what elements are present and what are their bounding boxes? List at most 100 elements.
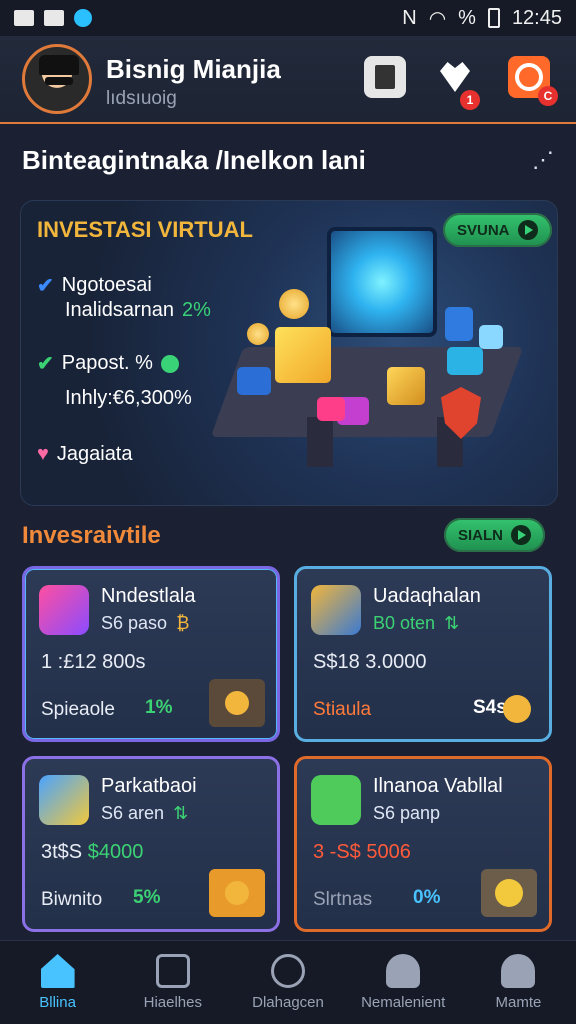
- coin-icon: [160, 354, 179, 373]
- feature-detail-pct: 2%: [181, 299, 211, 321]
- subsection-action-label: SIALN: [458, 526, 503, 544]
- feature-label: Papost. %: [61, 352, 153, 374]
- nav-item-community[interactable]: Nemalenient: [346, 941, 461, 1024]
- desk-leg: [307, 417, 333, 467]
- coin-icon: [279, 289, 309, 319]
- card-value: 3t$S $4000: [41, 841, 143, 864]
- investment-card[interactable]: Nndestlala S6 paso ₿ 1 :£12 800s Spieaol…: [22, 566, 280, 742]
- investment-illustration: [210, 227, 537, 491]
- card-tag-accent: ⇅: [444, 613, 460, 633]
- card-percent: 5%: [133, 887, 161, 908]
- bolt-icon: [155, 954, 190, 988]
- feature-label: Ngotoesai: [61, 274, 152, 296]
- person-icon: [501, 954, 536, 988]
- app-notification-icon: [74, 9, 92, 27]
- feature-detail-text: Inalidsarnan: [65, 299, 174, 321]
- card-label: Spieaole: [41, 699, 115, 720]
- card-value-prefix: 3t$S: [41, 841, 83, 863]
- check-icon: ✔: [37, 275, 54, 297]
- check-icon: ✔: [37, 353, 54, 375]
- card-value: S$18 3.0000: [313, 651, 427, 673]
- music-icon: [39, 585, 89, 635]
- card-tag: S6 paso ₿: [101, 613, 189, 634]
- card-value: 1 :£12 800s: [41, 651, 146, 673]
- nav-item-activity[interactable]: Hiaelhes: [115, 941, 230, 1024]
- section-title: Binteagintnaka /Inelkon lani: [22, 144, 366, 175]
- card-percent: S4s: [473, 697, 507, 718]
- hero-card[interactable]: INVESTASI VIRTUAL SVUNA ✔ Ngotoesai Inal…: [20, 200, 558, 506]
- card-label: Biwnito: [41, 889, 103, 910]
- home-icon: [40, 954, 75, 988]
- nav-label: Mamte: [495, 994, 542, 1011]
- card-name: Ilnanoa Vabllal: [373, 775, 503, 797]
- feature-label: Jagaiata: [56, 443, 133, 465]
- status-time: 12:45: [511, 6, 562, 29]
- app-tile: [317, 397, 345, 421]
- wifi-icon: ◠: [428, 7, 447, 30]
- status-bar: N ◠ % 12:45: [0, 0, 576, 36]
- subsection-header: Invesraivtile SIALN: [22, 516, 554, 556]
- people-icon: [386, 954, 421, 988]
- section-header: Binteagintnaka /Inelkon lani ⋰: [22, 140, 554, 180]
- monitor-icon: [327, 227, 437, 337]
- shield-icon[interactable]: [481, 869, 537, 917]
- battery-icon: [487, 8, 500, 28]
- card-value: 3 -S$ 5006: [313, 841, 411, 863]
- bottom-navigation: Bllina Hiaelhes Dlahagcen Nemalenient Ma…: [0, 940, 576, 1024]
- signal-percent: %: [458, 6, 476, 29]
- feature-item: ✔ Ngotoesai: [37, 273, 152, 298]
- nav-item-home[interactable]: Bllina: [0, 941, 115, 1024]
- investment-card[interactable]: Uadaqhalan B0 oten ⇅ S$18 3.0000 Stiaula…: [294, 566, 552, 742]
- status-right: N ◠ % 12:45: [402, 6, 562, 31]
- card-tag: B0 oten ⇅: [373, 613, 459, 634]
- heart-icon: ♥: [37, 443, 49, 465]
- cat-icon: [311, 775, 361, 825]
- note-icon: [39, 775, 89, 825]
- user-name: Bisnig Mianjia: [106, 54, 281, 84]
- heart-badge: 1: [460, 90, 480, 110]
- nav-item-explore[interactable]: Dlahagcen: [230, 941, 345, 1024]
- app-tile: [237, 367, 271, 395]
- board-icon: [311, 585, 361, 635]
- user-handle: lıdsıuoig: [106, 88, 177, 109]
- coin-icon: [247, 323, 269, 345]
- app-tile: [447, 347, 483, 375]
- app-tile: [387, 367, 425, 405]
- card-value-amount: $4000: [87, 841, 144, 863]
- investment-card[interactable]: Ilnanoa Vabllal S6 panp 3 -S$ 5006 Slrtn…: [294, 756, 552, 932]
- status-left-icons: [14, 9, 92, 27]
- feature-item: ✔ Papost. %: [37, 351, 179, 376]
- feature-detail: Inhly:€6,300%: [65, 387, 192, 410]
- nav-label: Nemalenient: [361, 994, 446, 1011]
- subsection-action-button[interactable]: SIALN: [444, 518, 545, 552]
- key-notification-icon: [44, 10, 64, 26]
- card-tag-text: S6 paso: [101, 613, 168, 633]
- arrow-right-icon: [511, 525, 531, 545]
- card-percent: 1%: [145, 697, 173, 718]
- compass-icon: [271, 954, 305, 988]
- card-tag: S6 aren ⇅: [101, 803, 188, 824]
- nav-item-profile[interactable]: Mamte: [461, 941, 576, 1024]
- feature-item: ♥ Jagaiata: [37, 443, 133, 466]
- nfc-icon: N: [402, 6, 417, 29]
- card-tag: S6 panp: [373, 803, 440, 824]
- investment-card[interactable]: Parkatbaoi S6 aren ⇅ 3t$S $4000 Biwnito …: [22, 756, 280, 932]
- card-tag-text: S6 aren: [101, 803, 165, 823]
- card-label: Slrtnas: [313, 889, 373, 910]
- feature-detail-text: Inhly:€6,300%: [65, 387, 192, 409]
- wallet-icon[interactable]: [209, 869, 265, 917]
- avatar[interactable]: [22, 44, 92, 114]
- gear-icon[interactable]: [209, 679, 265, 727]
- app-tile: [479, 325, 503, 349]
- nav-label: Hiaelhes: [143, 994, 202, 1011]
- card-name: Nndestlala: [101, 585, 196, 607]
- gear-icon[interactable]: [503, 695, 531, 723]
- card-name: Parkatbaoi: [101, 775, 197, 797]
- feature-detail: Inalidsarnan 2%: [65, 299, 211, 322]
- card-tag-text: S6 panp: [373, 803, 441, 823]
- avatar-shades: [45, 77, 73, 85]
- app-header: Bisnig Mianjia lıdsıuoig 1 C: [0, 36, 576, 124]
- more-icon[interactable]: ⋰: [532, 147, 554, 173]
- app-tile: [445, 307, 473, 341]
- documents-icon[interactable]: [364, 56, 406, 98]
